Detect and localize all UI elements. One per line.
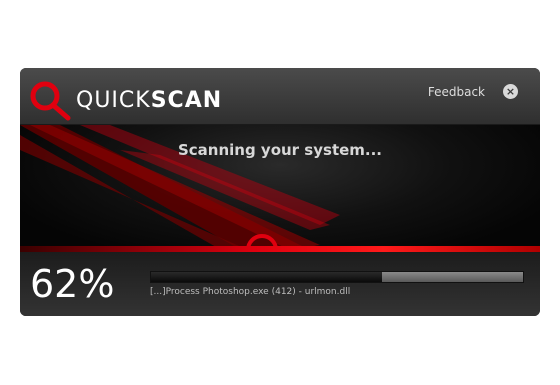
progress-bar <box>150 271 524 283</box>
close-icon[interactable]: × <box>503 84 518 99</box>
title-bar: QUICKSCAN Feedback × <box>20 68 540 125</box>
app-logo: QUICKSCAN <box>28 78 221 121</box>
feedback-link[interactable]: Feedback <box>428 85 485 99</box>
app-title: QUICKSCAN <box>76 88 222 113</box>
current-scan-item: [...]Process Photoshop.exe (412) - urlmo… <box>150 287 351 297</box>
brand-light: QUICK <box>76 88 151 113</box>
progress-footer: 62% [...]Process Photoshop.exe (412) - u… <box>20 252 540 316</box>
brand-bold: SCAN <box>150 88 223 113</box>
progress-bar-fill <box>151 272 382 282</box>
progress-percent: 62% <box>30 262 115 306</box>
quickscan-window: QUICKSCAN Feedback × Scanning your syste… <box>20 68 540 316</box>
scan-hero-panel: Scanning your system... <box>20 125 540 255</box>
scan-status-heading: Scanning your system... <box>177 141 383 159</box>
